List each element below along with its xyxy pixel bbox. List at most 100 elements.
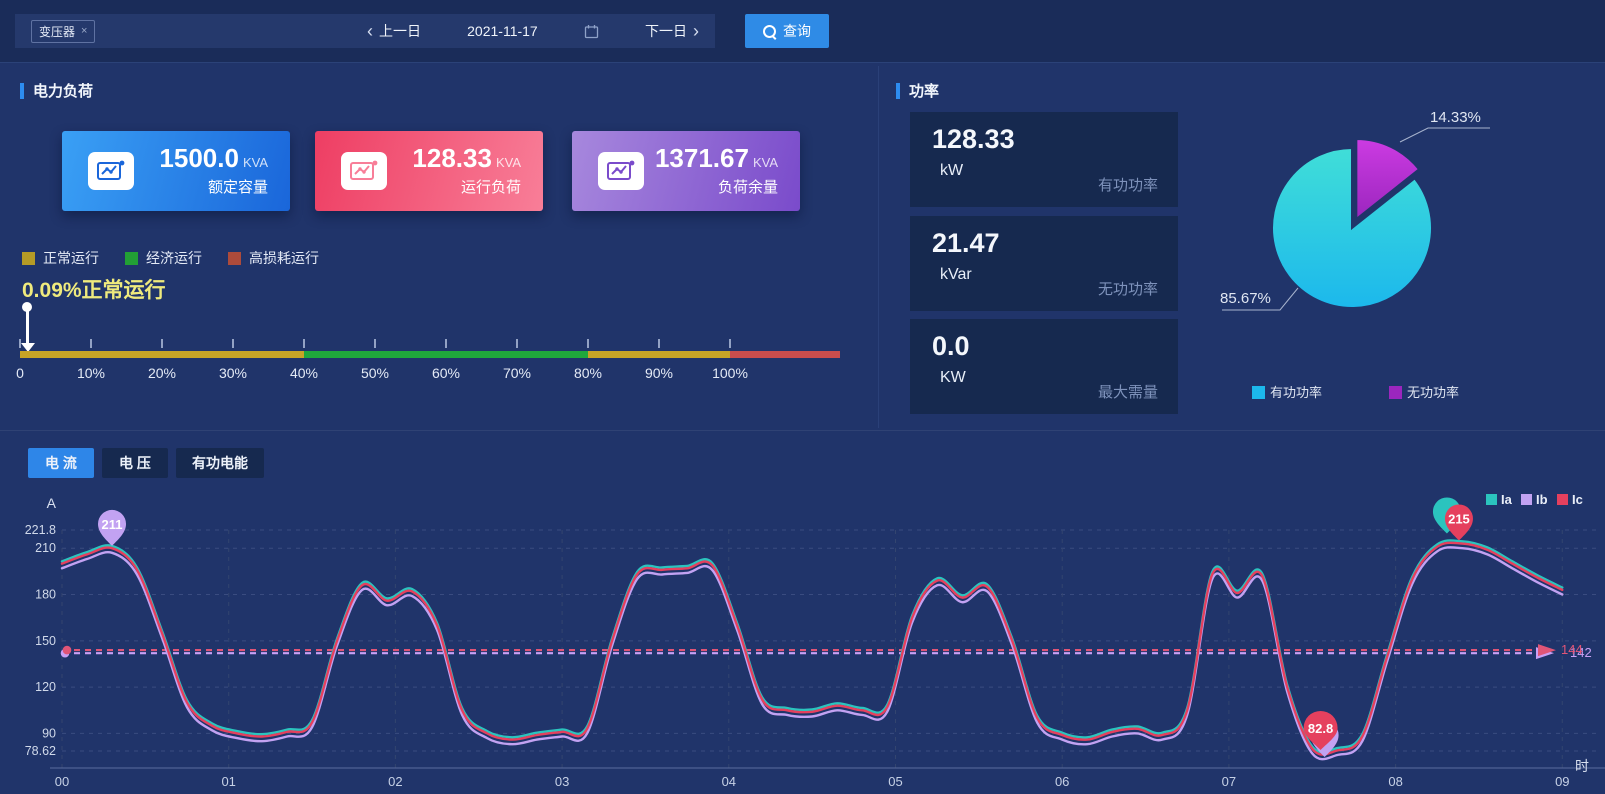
- power-load-title: 电力负荷: [33, 80, 93, 101]
- tab-active-energy[interactable]: 有功电能: [176, 448, 264, 478]
- gauge-tick-label: 0: [16, 365, 24, 381]
- pie-legend-label: 无功功率: [1407, 385, 1459, 400]
- y-tick-label: 180: [35, 588, 56, 602]
- y-tick-label: 150: [35, 634, 56, 648]
- avg-line-label: 144: [1561, 642, 1583, 657]
- gauge-tick-label: 70%: [503, 365, 531, 381]
- tab-voltage[interactable]: 电 压: [102, 448, 168, 478]
- x-tick-label: 04: [722, 774, 736, 789]
- load-margin-label: 负荷余量: [655, 176, 778, 197]
- query-button[interactable]: 查询: [745, 14, 829, 48]
- gauge-tick: [161, 339, 163, 348]
- active-power-box: 128.33 kW 有功功率: [910, 112, 1178, 207]
- gauge-tick-label: 40%: [290, 365, 318, 381]
- line-legend-swatch-Ia[interactable]: [1486, 494, 1497, 505]
- prev-day-button[interactable]: ‹ 上一日: [367, 21, 421, 41]
- y-tick-label: 78.62: [25, 744, 56, 758]
- pie-label-reactive: 14.33%: [1430, 109, 1481, 126]
- chart-line-icon: [88, 152, 134, 190]
- x-tick-label: 00: [55, 774, 69, 789]
- device-tag-chip[interactable]: 变压器 ×: [31, 20, 95, 43]
- tab-current[interactable]: 电 流: [28, 448, 94, 478]
- legend-economic-run[interactable]: 经济运行: [125, 248, 202, 268]
- load-margin-unit: KVA: [753, 155, 778, 170]
- tag-close-icon[interactable]: ×: [81, 25, 87, 37]
- legend-high-loss-run[interactable]: 高损耗运行: [228, 248, 319, 268]
- legend-swatch: [22, 252, 35, 265]
- pie-legend-swatch[interactable]: [1252, 386, 1265, 399]
- gauge-tick-label: 10%: [77, 365, 105, 381]
- y-tick-label: 210: [35, 541, 56, 555]
- gauge-tick-label: 30%: [219, 365, 247, 381]
- chart-line-icon: [598, 152, 644, 190]
- power-title: 功率: [909, 80, 939, 101]
- y-tick-label: 120: [35, 680, 56, 694]
- gauge-segment: [730, 351, 840, 358]
- series-Ia[interactable]: [62, 540, 1562, 752]
- active-power-label: 有功功率: [1098, 174, 1158, 195]
- running-load-label: 运行负荷: [412, 176, 521, 197]
- max-demand-value: 0.0: [932, 331, 970, 362]
- date-field[interactable]: 2021-11-17: [467, 23, 538, 39]
- pie-legend-swatch[interactable]: [1389, 386, 1402, 399]
- series-Ic[interactable]: [62, 543, 1562, 755]
- next-day-button[interactable]: 下一日 ›: [645, 21, 699, 41]
- gauge-tick: [90, 339, 92, 348]
- x-tick-label: 06: [1055, 774, 1069, 789]
- chart-line-icon: [341, 152, 387, 190]
- legend-swatch: [125, 252, 138, 265]
- gauge-tick: [374, 339, 376, 348]
- line-legend-label-Ia: Ia: [1501, 492, 1513, 507]
- reactive-power-unit: kVar: [940, 266, 972, 284]
- legend-normal-run[interactable]: 正常运行: [22, 248, 99, 268]
- rated-capacity-unit: KVA: [243, 155, 268, 170]
- gauge-tick-label: 90%: [645, 365, 673, 381]
- power-pie-chart: 14.33% 85.67% 有功功率 无功功率: [1190, 90, 1605, 410]
- reactive-power-label: 无功功率: [1098, 278, 1158, 299]
- chevron-right-icon: ›: [693, 22, 699, 40]
- pie-label-active: 85.67%: [1220, 290, 1271, 307]
- y-tick-label: 221.8: [25, 523, 56, 537]
- x-tick-label: 08: [1388, 774, 1402, 789]
- line-legend-swatch-Ic[interactable]: [1557, 494, 1568, 505]
- section-accent-bar: [20, 83, 24, 99]
- gauge-tick: [658, 339, 660, 348]
- x-tick-label: 07: [1222, 774, 1236, 789]
- gauge-tick: [516, 339, 518, 348]
- gauge-tick: [729, 339, 731, 348]
- gauge-tick: [587, 339, 589, 348]
- gauge-pointer-label: 0.09%正常运行: [22, 274, 166, 304]
- device-select[interactable]: 变压器 ×: [15, 14, 359, 48]
- legend-label: 正常运行: [43, 248, 99, 268]
- line-legend-label-Ib: Ib: [1536, 492, 1548, 507]
- running-load-value: 128.33: [412, 143, 492, 173]
- power-header: 功率: [896, 80, 939, 101]
- running-load-unit: KVA: [496, 155, 521, 170]
- x-tick-label: 03: [555, 774, 569, 789]
- device-tag-label: 变压器: [39, 23, 75, 40]
- reactive-power-value: 21.47: [932, 228, 1000, 259]
- gauge-tick-label: 80%: [574, 365, 602, 381]
- pie-legend-label: 有功功率: [1270, 385, 1322, 400]
- rated-capacity-value: 1500.0: [159, 143, 239, 173]
- max-demand-box: 0.0 KW 最大需量: [910, 319, 1178, 414]
- active-power-value: 128.33: [932, 124, 1015, 155]
- chevron-left-icon: ‹: [367, 22, 373, 40]
- max-demand-unit: KW: [940, 369, 966, 387]
- calendar-icon[interactable]: [584, 24, 599, 39]
- active-power-unit: kW: [940, 162, 963, 180]
- current-line-chart[interactable]: 221.82101801501209078.620001020304050607…: [0, 480, 1605, 794]
- gauge-segment: [20, 351, 304, 358]
- rated-capacity-card: 1500.0KVA 额定容量: [62, 131, 290, 211]
- y-tick-label: 90: [42, 726, 56, 740]
- date-navigator: ‹ 上一日 2021-11-17 下一日 ›: [351, 14, 715, 48]
- next-day-label: 下一日: [645, 21, 687, 41]
- marker-pin-label: 211: [102, 517, 123, 532]
- gauge-tick: [19, 339, 21, 348]
- line-legend-swatch-Ib[interactable]: [1521, 494, 1532, 505]
- prev-day-label: 上一日: [379, 21, 421, 41]
- query-button-label: 查询: [783, 21, 811, 41]
- load-margin-value: 1371.67: [655, 143, 749, 173]
- vertical-divider: [878, 66, 879, 428]
- run-state-legend: 正常运行 经济运行 高损耗运行: [22, 248, 319, 268]
